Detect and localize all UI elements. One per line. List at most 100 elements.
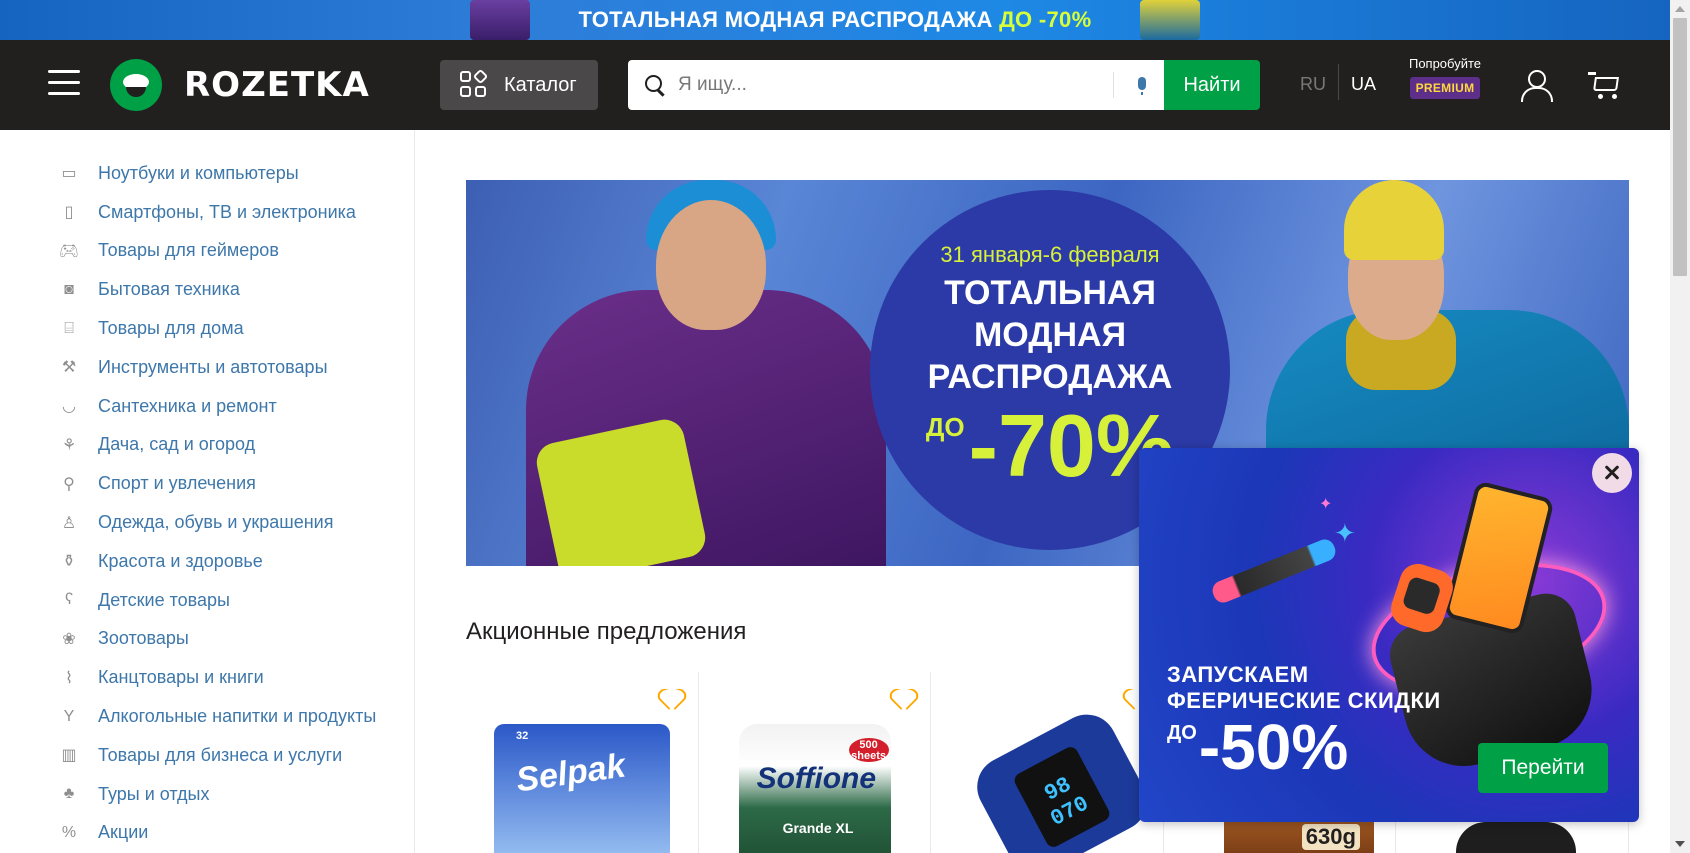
sidebar-item[interactable]: ◙ Бытовая техника bbox=[0, 270, 414, 309]
sidebar-item[interactable]: ◡ Сантехника и ремонт bbox=[0, 387, 414, 426]
sidebar-item[interactable]: ⌸ Товары для дома bbox=[0, 309, 414, 348]
sidebar-item-label: Туры и отдых bbox=[98, 783, 210, 804]
sidebar-item[interactable]: ▭ Ноутбуки и компьютеры bbox=[0, 154, 414, 193]
product-pack-note: 32 bbox=[516, 730, 529, 742]
sidebar-item-label: Дача, сад и огород bbox=[98, 434, 256, 455]
product-card[interactable]: 98 070 bbox=[931, 672, 1164, 853]
washing-machine-icon: ◙ bbox=[64, 280, 74, 298]
garden-tools-icon: ⚘ bbox=[61, 436, 77, 454]
sparkle-icon: ✦ bbox=[1319, 496, 1333, 513]
product-weight: 630g bbox=[1301, 824, 1360, 850]
search-divider bbox=[1113, 72, 1114, 98]
scroll-down-arrow-icon[interactable] bbox=[1675, 841, 1685, 847]
tshirt-icon: ♙ bbox=[61, 514, 77, 532]
sidebar-item-label: Красота и здоровье bbox=[98, 550, 263, 571]
sidebar-item[interactable]: ❀ Зоотовары bbox=[0, 620, 414, 659]
sidebar-item-label: Товары для геймеров bbox=[98, 240, 279, 261]
paperclip-icon: ⌇ bbox=[65, 669, 73, 687]
microphone-icon[interactable] bbox=[1138, 77, 1146, 95]
promo-strip-image-left bbox=[470, 0, 530, 40]
user-icon[interactable] bbox=[1520, 70, 1553, 102]
search-icon bbox=[644, 74, 666, 96]
popup-headline-1: ЗАПУСКАЕМ bbox=[1167, 662, 1309, 687]
sidebar-item-label: Ноутбуки и компьютеры bbox=[98, 162, 299, 183]
teddy-bear-icon: ʕ bbox=[65, 591, 73, 609]
menu-burger-icon[interactable] bbox=[48, 70, 80, 96]
top-promo-strip[interactable]: ТОТАЛЬНАЯ МОДНАЯ РАСПРОДАЖА ДО -70% bbox=[0, 0, 1670, 40]
sidebar-item[interactable]: ▯ Смартфоны, ТВ и электроника bbox=[0, 193, 414, 232]
banner-discount-prefix: ДО bbox=[925, 412, 965, 442]
logo-text: ROZETKA bbox=[184, 65, 370, 105]
sidebar-item[interactable]: ♙ Одежда, обувь и украшения bbox=[0, 503, 414, 542]
palm-tree-icon: ♣ bbox=[63, 785, 75, 803]
racket-icon: ⚲ bbox=[63, 475, 75, 493]
wishlist-heart-icon[interactable] bbox=[660, 690, 682, 710]
sidebar-item-label: Сантехника и ремонт bbox=[98, 395, 277, 416]
smartphone-icon: ▯ bbox=[64, 204, 74, 222]
sidebar-item-label: Одежда, обувь и украшения bbox=[98, 512, 334, 533]
language-switcher: RU UA bbox=[1300, 64, 1376, 100]
banner-title-line-3: РАСПРОДАЖА bbox=[927, 358, 1173, 396]
catalog-label: Каталог bbox=[504, 73, 577, 96]
catalog-button[interactable]: Каталог bbox=[440, 60, 598, 110]
promo-popup[interactable]: ✦ ✦ ЗАПУСКАЕМ ФЕЕРИЧЕСКИЕ СКИДКИ ДО-50% … bbox=[1139, 448, 1639, 822]
sidebar-item[interactable]: ⚘ Дача, сад и огород bbox=[0, 426, 414, 465]
sidebar-item-label: Акции bbox=[98, 822, 149, 843]
cosmetics-icon: ⚱ bbox=[62, 553, 76, 571]
promo-strip-text: ТОТАЛЬНАЯ МОДНАЯ РАСПРОДАЖА ДО -70% bbox=[579, 7, 1092, 33]
sidebar-item[interactable]: ♣ Туры и отдых bbox=[0, 775, 414, 814]
popup-go-button[interactable]: Перейти bbox=[1478, 743, 1608, 793]
product-image[interactable] bbox=[1456, 822, 1577, 853]
sidebar-item[interactable]: 🎮︎ Товары для геймеров bbox=[0, 232, 414, 271]
product-subtitle: Grande XL bbox=[782, 820, 854, 836]
sidebar-item[interactable]: ⌇ Канцтовары и книги bbox=[0, 658, 414, 697]
product-card[interactable]: 32 Selpak bbox=[466, 672, 699, 853]
popup-close-icon[interactable] bbox=[1592, 453, 1632, 493]
sidebar-item[interactable]: ⚱ Красота и здоровье bbox=[0, 542, 414, 581]
sidebar-item[interactable]: Y Алкогольные напитки и продукты bbox=[0, 697, 414, 736]
logo-smile-icon bbox=[110, 59, 162, 111]
promo-strip-accent: ДО -70% bbox=[999, 7, 1092, 32]
laptop-icon: ▭ bbox=[61, 165, 77, 183]
sidebar-item[interactable]: ⚒ Инструменты и автотовары bbox=[0, 348, 414, 387]
banner-title: ТОТАЛЬНАЯ МОДНАЯ РАСПРОДАЖА bbox=[870, 272, 1230, 398]
sidebar-item[interactable]: ʕ Детские товары bbox=[0, 581, 414, 620]
premium-try-label: Попробуйте bbox=[1408, 56, 1482, 71]
lang-ru[interactable]: RU bbox=[1300, 74, 1338, 95]
category-sidebar: ▭ Ноутбуки и компьютеры ▯ Смартфоны, ТВ и э… bbox=[0, 130, 415, 853]
popup-magic-wand-image bbox=[1209, 536, 1339, 606]
sidebar-item[interactable]: ▥ Товары для бизнеса и услуги bbox=[0, 736, 414, 775]
premium-link[interactable]: Попробуйте PREMIUM bbox=[1405, 56, 1485, 99]
sidebar-item-label: Канцтовары и книги bbox=[98, 667, 264, 688]
product-brand: Soffione bbox=[756, 762, 877, 795]
sidebar-item-label: Товары для бизнеса и услуги bbox=[98, 744, 343, 765]
search-button[interactable]: Найти bbox=[1164, 60, 1260, 110]
logo[interactable]: ROZETKA bbox=[110, 57, 370, 113]
section-title: Акционные предложения bbox=[466, 618, 747, 645]
page-scrollbar[interactable] bbox=[1670, 0, 1690, 853]
bathtub-icon: ◡ bbox=[62, 398, 76, 416]
premium-badge: PREMIUM bbox=[1409, 77, 1481, 99]
sparkle-icon: ✦ bbox=[1334, 518, 1356, 548]
popup-discount-prefix: ДО bbox=[1167, 722, 1197, 744]
cart-icon[interactable] bbox=[1588, 72, 1620, 100]
cocktail-icon: Y bbox=[63, 707, 75, 725]
wishlist-heart-icon[interactable] bbox=[892, 690, 914, 710]
banner-model-woman bbox=[506, 180, 886, 566]
popup-discount-value: -50% bbox=[1198, 711, 1349, 783]
product-seal: 500 sheets bbox=[848, 738, 889, 762]
armchair-icon: ⌸ bbox=[64, 319, 74, 337]
paw-icon: ❀ bbox=[62, 630, 76, 648]
site-header: ROZETKA Каталог Найти RU UA Попробуйте P… bbox=[0, 40, 1670, 130]
sidebar-item[interactable]: % Акции bbox=[0, 814, 414, 853]
search-input[interactable] bbox=[678, 74, 1098, 96]
popup-discount: ДО-50% bbox=[1167, 710, 1348, 784]
percent-icon: % bbox=[61, 823, 77, 841]
product-card[interactable]: 500 sheets Soffione Grande XL bbox=[699, 672, 932, 853]
scroll-up-arrow-icon[interactable] bbox=[1675, 6, 1685, 12]
sidebar-item-label: Смартфоны, ТВ и электроника bbox=[98, 201, 356, 222]
drill-icon: ⚒ bbox=[61, 359, 77, 377]
lang-ua[interactable]: UA bbox=[1339, 74, 1376, 95]
scroll-thumb[interactable] bbox=[1673, 18, 1687, 276]
sidebar-item[interactable]: ⚲ Спорт и увлечения bbox=[0, 464, 414, 503]
